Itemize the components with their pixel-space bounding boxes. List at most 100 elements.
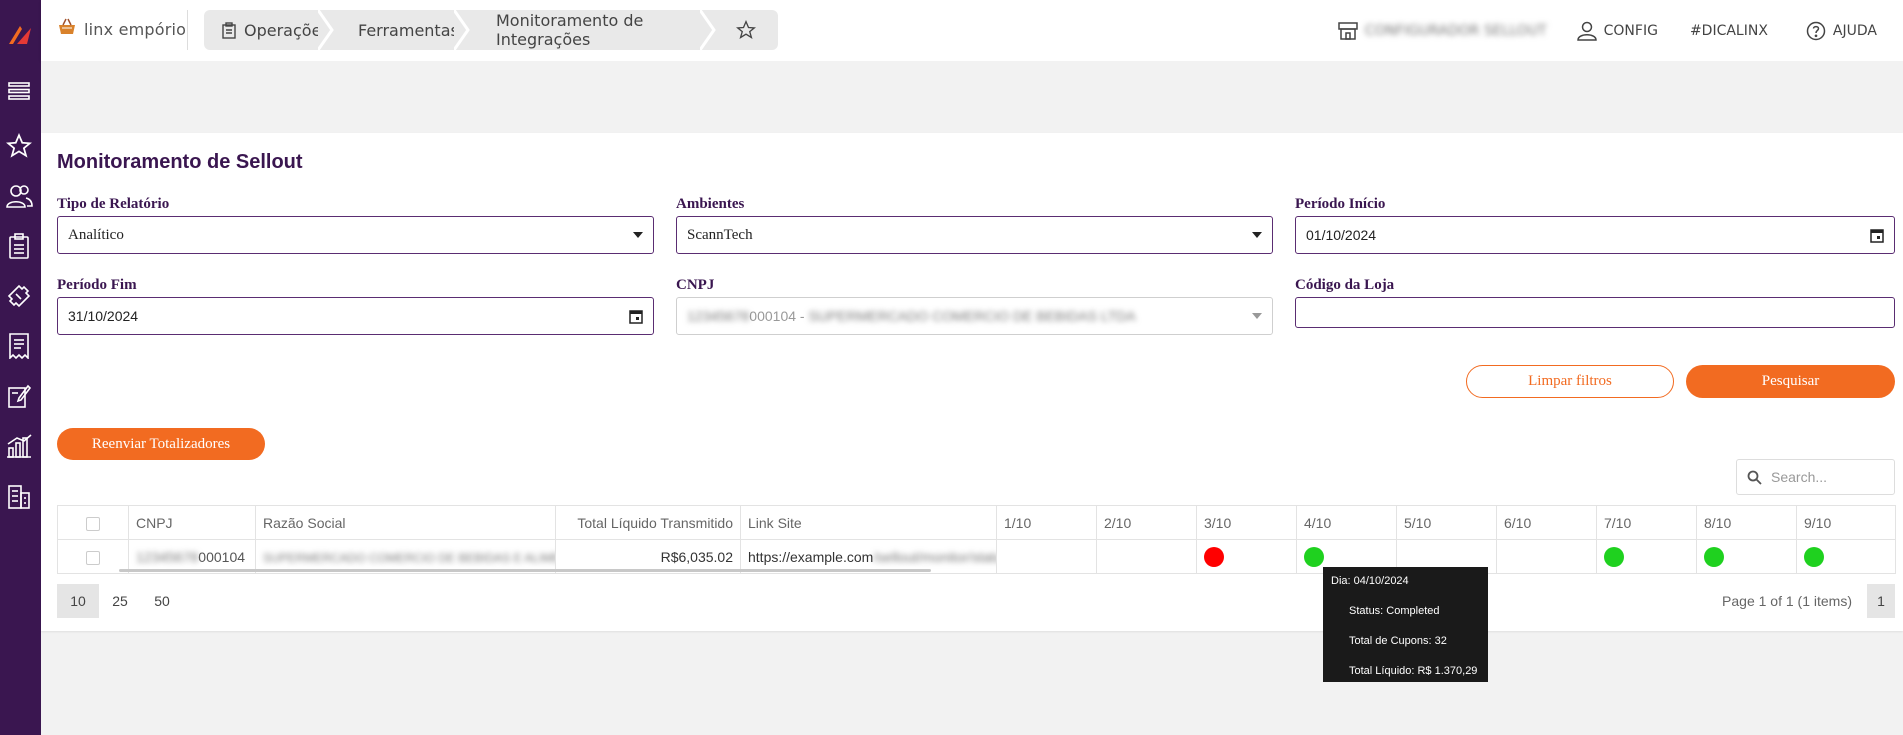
status-error-dot[interactable] (1204, 546, 1224, 567)
top-bar: linx empório Operações Ferramentas Monit… (41, 0, 1903, 61)
periodo-inicio-input[interactable]: 01/10/2024 (1295, 216, 1895, 254)
store-selector[interactable]: CONFIGURADOR SELLOUT (1337, 21, 1547, 40)
column-header-day[interactable]: 6/10 (1496, 505, 1597, 540)
tooltip-liquido: Total Líquido: R$ 1.370,29 (1349, 665, 1478, 677)
row-select-cell (57, 539, 129, 574)
chart-icon[interactable] (4, 431, 34, 461)
cnpj-hidden: 12345678 (136, 548, 199, 565)
razao-social-hidden: SUPERMERCADO COMERCIO DE BEBIDAS E ALIME… (263, 550, 555, 565)
column-header-day[interactable]: 4/10 (1296, 505, 1397, 540)
brand-name: linx empório (84, 20, 187, 39)
basket-icon (57, 18, 77, 41)
cell-day-3[interactable] (1196, 539, 1297, 574)
horizontal-scrollbar[interactable] (119, 569, 931, 572)
codigo-loja-input[interactable] (1295, 297, 1895, 328)
clipboard-icon[interactable] (4, 231, 34, 261)
page-info: Page 1 of 1 (1 items) (1722, 593, 1852, 609)
search-icon (1747, 470, 1762, 485)
row-checkbox[interactable] (86, 550, 100, 565)
star-icon[interactable] (4, 131, 34, 161)
column-header-razao-social[interactable]: Razão Social (255, 505, 556, 540)
select-all-cell (57, 505, 129, 540)
tipo-relatorio-value: Analítico (68, 226, 124, 243)
ambientes-select[interactable]: ScannTech (676, 216, 1273, 254)
column-header-day[interactable]: 8/10 (1696, 505, 1797, 540)
caret-down-icon (633, 217, 643, 253)
limpar-filtros-button[interactable]: Limpar filtros (1466, 365, 1674, 398)
help-button[interactable]: AJUDA (1806, 21, 1877, 41)
cell-day-8[interactable] (1696, 539, 1797, 574)
linx-logo-icon[interactable] (5, 20, 35, 50)
column-header-link-site[interactable]: Link Site (740, 505, 997, 540)
favorite-button[interactable] (714, 10, 778, 50)
ambientes-value: ScannTech (687, 226, 753, 243)
breadcrumb-ferramentas[interactable]: Ferramentas (332, 10, 470, 50)
column-header-day[interactable]: 7/10 (1596, 505, 1697, 540)
calendar-icon[interactable] (629, 298, 643, 334)
select-all-checkbox[interactable] (86, 516, 100, 531)
cell-day-7[interactable] (1596, 539, 1697, 574)
breadcrumb: Operações Ferramentas Monitoramento de I… (204, 10, 778, 50)
ambientes-label: Ambientes (676, 196, 745, 212)
tipo-relatorio-label: Tipo de Relatório (57, 196, 170, 212)
caret-down-icon (1252, 217, 1262, 253)
brand[interactable]: linx empório (57, 18, 186, 41)
building-icon[interactable] (4, 481, 34, 511)
tooltip-status: Status: Completed (1349, 605, 1440, 617)
page-size-10[interactable]: 10 (57, 584, 99, 618)
tipo-relatorio-select[interactable]: Analítico (57, 216, 654, 254)
menu-icon[interactable] (4, 76, 34, 106)
ticket-icon[interactable] (4, 281, 34, 311)
brand-divider (187, 10, 188, 50)
tooltip-cupons: Total de Cupons: 32 (1349, 635, 1447, 647)
tooltip-dia: Dia: 04/10/2024 (1331, 575, 1409, 587)
status-ok-dot[interactable] (1604, 546, 1624, 567)
clipboard-icon (222, 21, 236, 39)
reenviar-totalizadores-button[interactable]: Reenviar Totalizadores (57, 428, 265, 460)
config-button[interactable]: CONFIG (1576, 21, 1658, 41)
column-header-cnpj[interactable]: CNPJ (128, 505, 256, 540)
grid-header-row: CNPJ Razão Social Total Líquido Transmit… (57, 505, 1896, 540)
column-header-day[interactable]: 1/10 (996, 505, 1097, 540)
periodo-inicio-label: Período Início (1295, 196, 1386, 212)
cell-day-9[interactable] (1796, 539, 1896, 574)
caret-down-icon (1252, 298, 1262, 334)
users-icon[interactable] (4, 181, 34, 211)
page-1-button[interactable]: 1 (1867, 584, 1895, 618)
user-icon (1576, 21, 1597, 41)
breadcrumb-operacoes[interactable]: Operações (204, 10, 334, 50)
breadcrumb-label: Ferramentas (358, 20, 459, 40)
column-header-day[interactable]: 9/10 (1796, 505, 1896, 540)
page-size-selector: 10 25 50 (57, 584, 183, 618)
banner-area (41, 61, 1903, 133)
page-size-25[interactable]: 25 (99, 584, 141, 618)
cell-day-2 (1096, 539, 1197, 574)
breadcrumb-monitoramento[interactable]: Monitoramento de Integrações (468, 10, 716, 50)
column-header-day[interactable]: 2/10 (1096, 505, 1197, 540)
periodo-fim-input[interactable]: 31/10/2024 (57, 297, 654, 335)
status-ok-dot[interactable] (1304, 546, 1324, 567)
page-size-50[interactable]: 50 (141, 584, 183, 618)
store-name: CONFIGURADOR SELLOUT (1364, 22, 1547, 39)
link-visible[interactable]: https://example.com (748, 549, 873, 565)
cnpj-visible: 000104 - (749, 308, 809, 324)
calendar-icon[interactable] (1870, 217, 1884, 253)
column-header-day[interactable]: 3/10 (1196, 505, 1297, 540)
cnpj-hidden: 12345678 (687, 308, 750, 324)
help-label: AJUDA (1832, 22, 1877, 39)
periodo-inicio-value: 01/10/2024 (1306, 227, 1377, 243)
dicalinx-link[interactable]: #DICALINX (1690, 23, 1768, 39)
main-card: Monitoramento de Sellout Tipo de Relatór… (41, 133, 1903, 631)
edit-document-icon[interactable] (4, 381, 34, 411)
cnpj-select[interactable]: 12345678 000104 - SUPERMERCADO COMERCIO … (676, 297, 1273, 335)
status-ok-dot[interactable] (1804, 546, 1824, 567)
breadcrumb-label: Operações (244, 20, 330, 40)
column-header-total[interactable]: Total Líquido Transmitido (555, 505, 741, 540)
column-header-day[interactable]: 5/10 (1396, 505, 1497, 540)
help-icon (1806, 21, 1826, 41)
pesquisar-button[interactable]: Pesquisar (1686, 365, 1895, 398)
status-ok-dot[interactable] (1704, 546, 1724, 567)
grid-search-input[interactable]: Search... (1736, 459, 1895, 495)
sellout-grid: CNPJ Razão Social Total Líquido Transmit… (57, 505, 1896, 574)
receipt-icon[interactable] (4, 331, 34, 361)
